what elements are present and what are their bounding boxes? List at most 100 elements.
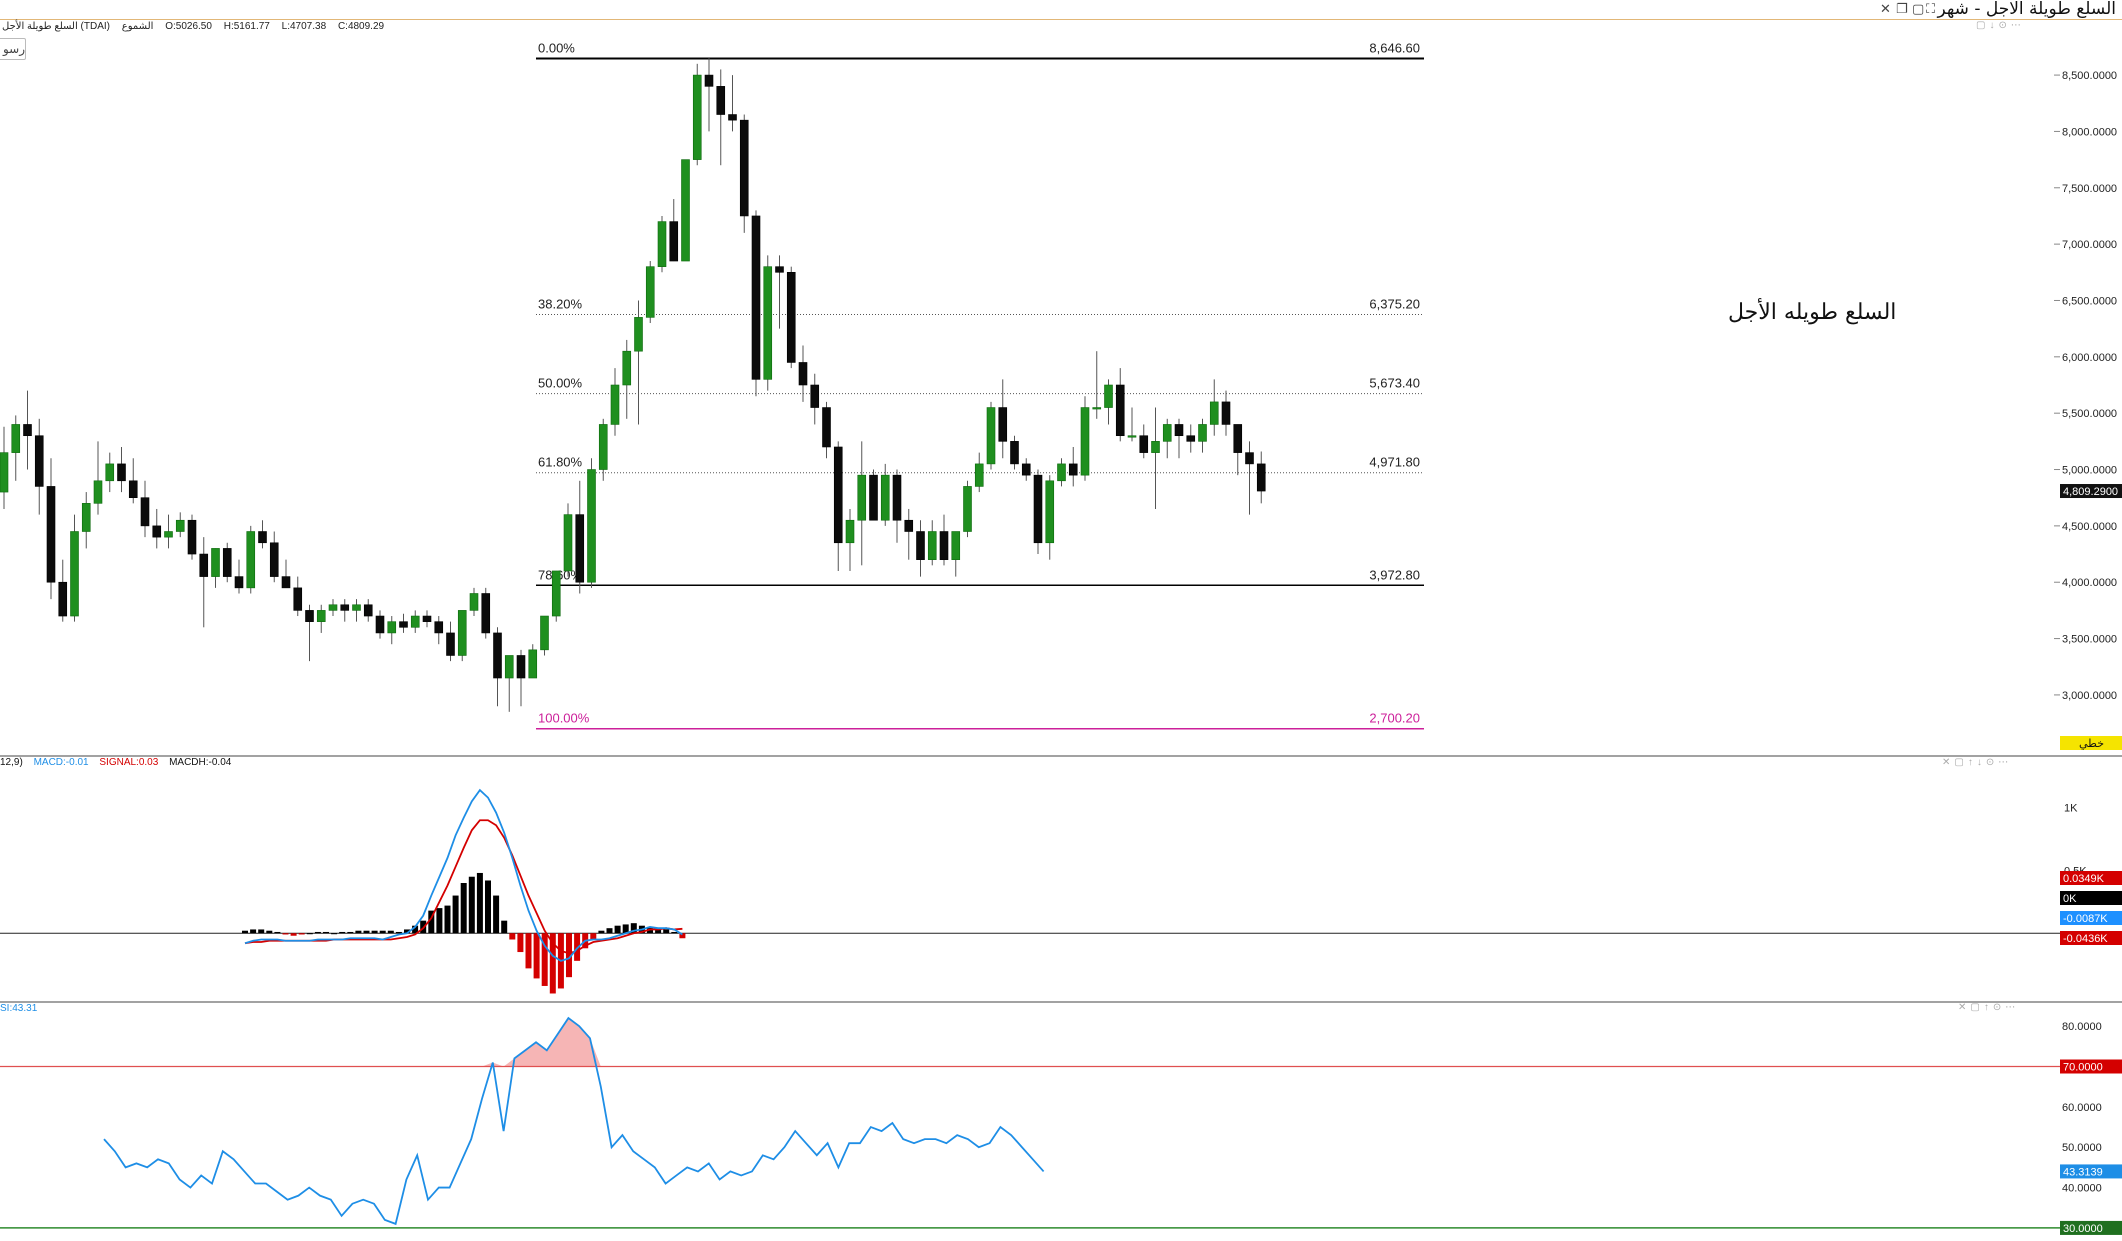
candle-body-up (974, 463, 984, 487)
candle-body-down (1139, 435, 1149, 453)
candle (751, 210, 761, 397)
rsi-oversold-badge: 30.0000 (2060, 1220, 2122, 1235)
rsi-axis-tick-label: 50.0000 (2062, 1142, 2102, 1154)
macd-histogram-bar (274, 931, 281, 934)
candle-body-up (457, 610, 467, 656)
candle (399, 613, 408, 633)
candle-body-up (81, 503, 91, 532)
candle (363, 599, 373, 622)
candle-body-down (152, 525, 162, 538)
price-axis-tick-label: 7,500.0000 (2062, 183, 2117, 195)
candle-body-up (410, 615, 420, 628)
candle (775, 255, 784, 329)
macd-histogram-bar (517, 933, 524, 953)
candle (46, 458, 56, 600)
candle (739, 114, 749, 233)
candle (645, 261, 655, 324)
macd-histogram-bar (339, 931, 346, 934)
candle (916, 520, 925, 577)
macd-histogram-bar (452, 895, 459, 934)
candle-body-down (363, 604, 373, 617)
candle-body-up (93, 480, 103, 504)
candle (634, 300, 643, 425)
candle (728, 75, 737, 132)
candle (269, 531, 279, 583)
candle-body-up (1151, 441, 1160, 453)
macd-histogram-bar (671, 931, 678, 934)
candle-body-down (269, 542, 279, 577)
candle (128, 458, 138, 504)
candle-body-up (1198, 424, 1207, 442)
candle-body-down (446, 632, 455, 656)
candle (493, 627, 502, 707)
candle-body-up (540, 615, 549, 651)
candle-body-up (880, 474, 890, 521)
candle (610, 368, 620, 436)
macd-histogram-bar (363, 930, 370, 934)
candle (1221, 390, 1231, 436)
candle-body-down (786, 272, 796, 363)
candle (1151, 407, 1160, 509)
candle (58, 559, 68, 622)
candle-body-down (822, 407, 831, 448)
candle-body-down (728, 114, 737, 121)
macd-histogram-bar (501, 920, 508, 934)
macd-histogram-bar (347, 931, 354, 934)
candle-body-up (387, 621, 397, 634)
macd-histogram-bar (598, 930, 605, 934)
candle (305, 604, 314, 662)
candle (822, 401, 831, 459)
candle-body-up (1209, 401, 1219, 425)
candle (1245, 441, 1254, 515)
candle-body-up (634, 317, 643, 352)
candle-body-down (892, 474, 902, 521)
candle-body-up (504, 655, 514, 679)
candle-body-down (798, 362, 808, 386)
macd-histogram-bar (606, 928, 613, 934)
chart-canvas[interactable]: 0.00% 8,646.60 38.20% 6,375.20 50.00% 5,673.4… (0, 0, 2122, 1241)
candle-body-down (187, 519, 197, 555)
candle-body-down (1221, 401, 1231, 425)
candle (575, 480, 585, 594)
candle (974, 452, 984, 493)
candle (563, 503, 573, 577)
fib-level: 0.00% 8,646.60 (536, 41, 1424, 60)
fib-level-percent: 38.20% (538, 297, 583, 312)
candle-body-up (352, 604, 361, 611)
candle (704, 58, 714, 132)
candle (352, 599, 361, 622)
macd-histogram-bar (387, 930, 394, 934)
fib-level: 50.00% 5,673.40 (536, 376, 1424, 395)
fib-level-value: 5,673.40 (1369, 376, 1420, 391)
candle (669, 199, 679, 262)
candle-body-down (1174, 424, 1184, 437)
candle-body-down (1010, 441, 1019, 465)
price-axis-tick-label: 8,000.0000 (2062, 126, 2117, 138)
candle-body-down (34, 435, 44, 487)
candle (551, 570, 561, 622)
candle (810, 373, 820, 425)
candle-body-down (422, 615, 432, 622)
candlestick-series (0, 58, 1266, 712)
candle (469, 587, 479, 617)
fib-level-value: 4,971.80 (1369, 455, 1420, 470)
candle-body-down (833, 446, 843, 544)
candle (258, 520, 267, 549)
candle (1139, 424, 1149, 459)
candle-body-up (1127, 435, 1137, 438)
candle-body-down (434, 621, 444, 634)
candle (1104, 379, 1113, 425)
candle (622, 339, 632, 419)
candle-body-up (246, 531, 256, 589)
candle-body-up (11, 424, 21, 453)
candle (93, 441, 103, 515)
macd-histogram-bar (468, 876, 475, 934)
candle (857, 441, 867, 566)
candle (117, 446, 126, 493)
macd-value-badge: -0.0087K (2060, 911, 2122, 925)
candle (998, 379, 1008, 459)
rsi-axis-tick-label: 60.0000 (2062, 1102, 2102, 1114)
fibonacci-retracement[interactable]: 0.00% 8,646.60 38.20% 6,375.20 50.00% 5,673.4… (536, 41, 1424, 730)
candle (1033, 469, 1043, 555)
candle (34, 418, 44, 515)
